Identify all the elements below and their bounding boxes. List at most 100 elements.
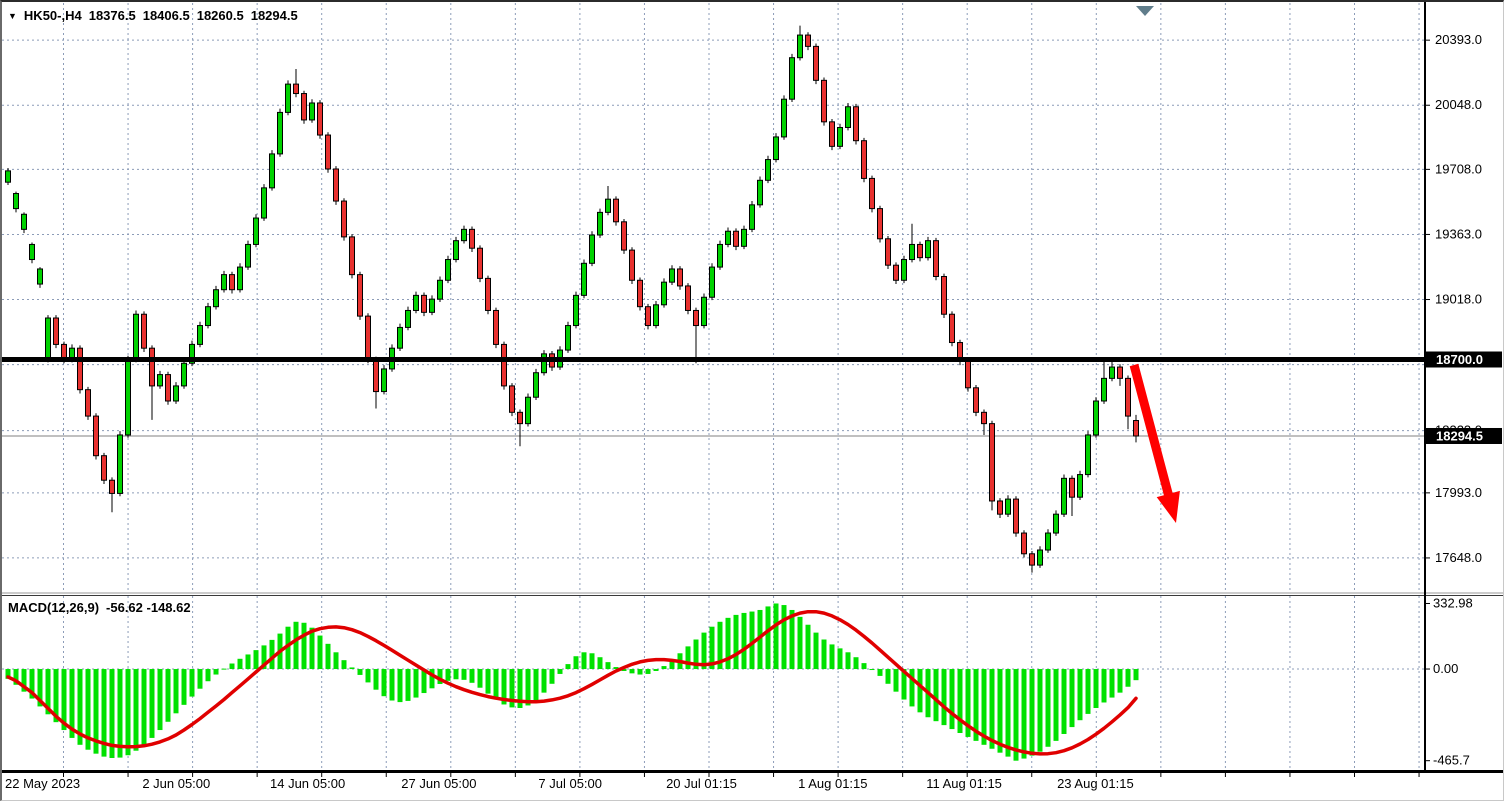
macd-histogram-bar [198, 669, 203, 689]
candle-body [206, 307, 211, 326]
candle-body [302, 94, 307, 120]
macd-histogram-bar [998, 669, 1003, 753]
price-tick-label: 17993.0 [1435, 485, 1482, 500]
macd-histogram-bar [550, 669, 555, 684]
candle-body [1110, 367, 1115, 378]
macd-histogram-bar [1006, 669, 1011, 757]
candle-body [670, 269, 675, 282]
macd-histogram-bar [214, 669, 219, 675]
candle-body [542, 354, 547, 373]
symbol-expander-icon[interactable]: ▼ [8, 12, 17, 21]
macd-histogram-bar [118, 669, 123, 758]
macd-histogram-bar [1070, 669, 1075, 727]
candle-body [1062, 478, 1067, 514]
macd-histogram-bar [1030, 669, 1035, 756]
candle-body [774, 137, 779, 160]
macd-histogram-bar [390, 669, 395, 700]
candle-body [438, 280, 443, 299]
macd-histogram-bar [606, 662, 611, 669]
candle-body [926, 241, 931, 258]
candle-body [622, 222, 627, 250]
candle-body [1006, 499, 1011, 514]
candle-body [990, 424, 995, 501]
candle-body [702, 297, 707, 325]
candle-body [1126, 378, 1131, 416]
macd-histogram-bar [566, 664, 571, 669]
macd-histogram-bar [182, 669, 187, 705]
macd-histogram-bar [886, 669, 891, 684]
macd-histogram-bar [990, 669, 995, 749]
candle-body [1038, 550, 1043, 565]
macd-histogram-bar [558, 669, 563, 674]
candle-body [894, 265, 899, 280]
macd-histogram-bar [662, 666, 667, 669]
macd-histogram-bar [302, 623, 307, 669]
macd-histogram-bar [774, 603, 779, 669]
macd-histogram-bar [1094, 669, 1099, 708]
macd-histogram-bar [494, 669, 499, 700]
candle-body [222, 275, 227, 290]
candle-body [30, 244, 35, 259]
macd-histogram-bar [1054, 669, 1059, 741]
macd-histogram-bar [894, 669, 899, 692]
macd-histogram-bar [350, 667, 355, 669]
candle-body [638, 280, 643, 306]
macd-histogram-bar [326, 644, 331, 669]
macd-histogram-bar [382, 669, 387, 696]
candle-body [142, 314, 147, 348]
macd-histogram-bar [742, 613, 747, 669]
chart-title-bar: ▼ HK50-,H4 18376.5 18406.5 18260.5 18294… [8, 8, 298, 23]
candle-body [150, 348, 155, 386]
price-badge-last-text: 18294.5 [1436, 428, 1483, 443]
candle-body [654, 305, 659, 326]
candle-body [1070, 478, 1075, 497]
candle-body [1046, 533, 1051, 550]
candle-body [398, 327, 403, 348]
macd-histogram-bar [798, 617, 803, 669]
candle-body [334, 169, 339, 201]
macd-histogram-bar [1062, 669, 1067, 734]
candle-body [910, 244, 915, 259]
candle-body [286, 84, 291, 112]
macd-histogram-bar [534, 669, 539, 700]
candle-body [1102, 378, 1107, 401]
macd-histogram-bar [1038, 669, 1043, 752]
price-chart-canvas[interactable]: 20393.020048.019708.019363.019018.018323… [2, 2, 1503, 800]
macd-current-values: -56.62 -148.62 [106, 600, 191, 615]
candle-body [950, 314, 955, 342]
macd-histogram-bar [1046, 669, 1051, 747]
macd-histogram-bar [1102, 669, 1107, 702]
candle-body [1054, 514, 1059, 533]
candle-body [422, 295, 427, 312]
ohlc-low-value: 18260.5 [197, 8, 244, 23]
macd-histogram-bar [654, 669, 659, 671]
candle-body [854, 107, 859, 141]
macd-histogram-bar [846, 652, 851, 669]
candle-body [14, 194, 19, 209]
macd-histogram-bar [366, 669, 371, 682]
candle-body [630, 250, 635, 280]
candle-body [310, 103, 315, 120]
macd-histogram-bar [646, 669, 651, 674]
price-tick-label: 20393.0 [1435, 32, 1482, 47]
price-tick-label: 17648.0 [1435, 550, 1482, 565]
candle-body [94, 416, 99, 456]
candle-body [934, 241, 939, 277]
price-tick-label: 19708.0 [1435, 161, 1482, 176]
candle-body [478, 248, 483, 278]
date-label: 20 Jul 01:15 [666, 776, 737, 791]
macd-histogram-bar [854, 657, 859, 669]
macd-histogram-bar [806, 625, 811, 669]
candle-body [518, 412, 523, 423]
candle-body [382, 369, 387, 392]
candle-body [446, 260, 451, 281]
candle-body [902, 260, 907, 281]
macd-histogram-bar [918, 669, 923, 712]
macd-histogram-bar [830, 644, 835, 669]
candle-body [118, 435, 123, 493]
candle-body [22, 214, 27, 229]
price-badge-resistance-text: 18700.0 [1436, 352, 1483, 367]
candle-body [486, 278, 491, 310]
macd-histogram-bar [870, 669, 875, 670]
candle-body [470, 229, 475, 248]
